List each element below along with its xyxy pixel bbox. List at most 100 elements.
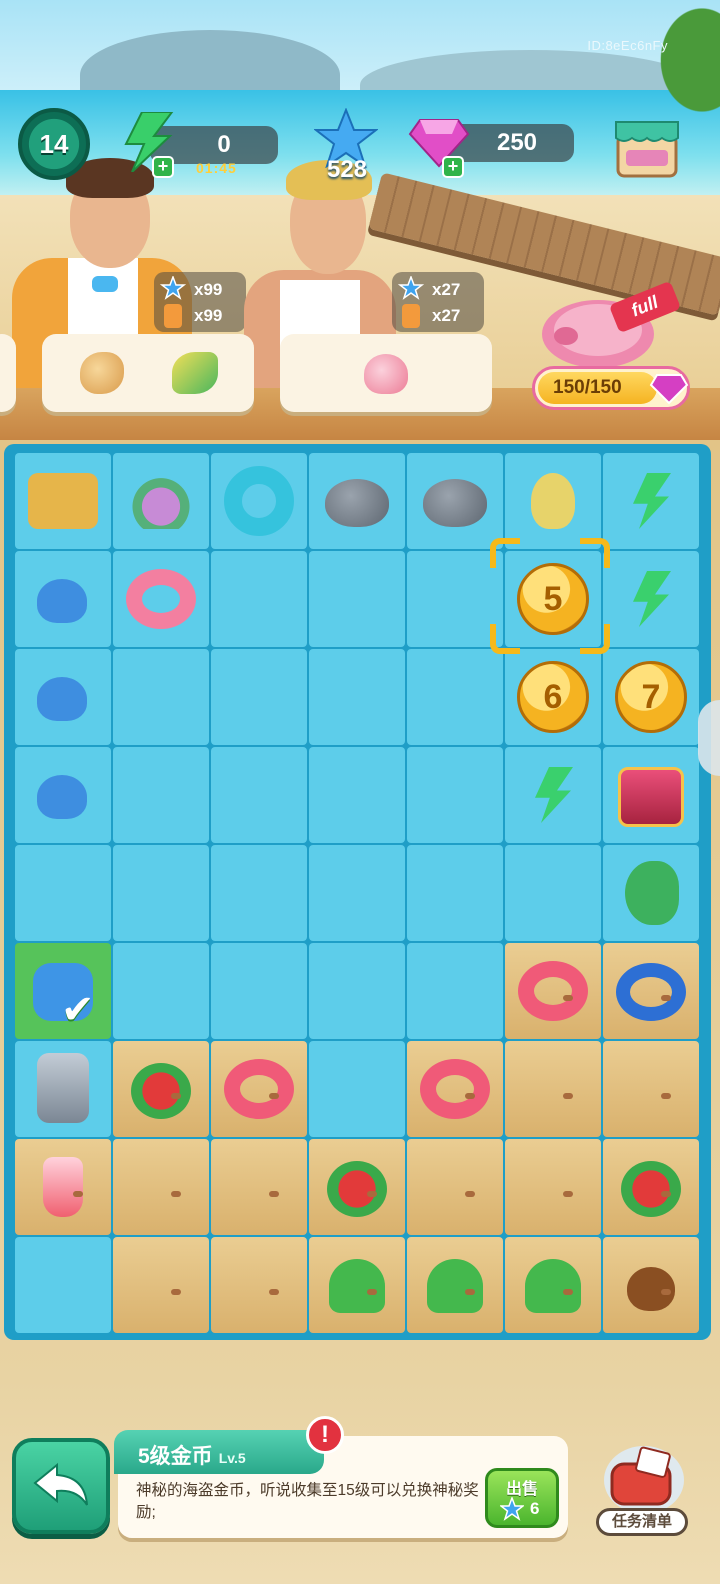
board-cell[interactable] [15,1041,111,1137]
melon-slices-item[interactable] [621,1161,681,1217]
board-cell[interactable]: 6 [505,649,601,745]
board-cell[interactable] [603,453,699,549]
board-cell[interactable] [113,747,209,843]
board-cell[interactable] [15,453,111,549]
back-button[interactable] [12,1438,110,1534]
watermelon-item[interactable] [327,1161,387,1217]
board-cell[interactable] [211,1237,307,1333]
board-cell[interactable] [113,1237,209,1333]
board-cell[interactable] [211,453,307,549]
board-cell[interactable] [211,747,307,843]
coin-6[interactable]: 6 [517,661,589,733]
board-cell[interactable] [407,943,503,1039]
shell-pile-item[interactable] [128,473,194,529]
sprout-item[interactable] [525,1259,581,1313]
board-cell[interactable] [113,1041,209,1137]
board-cell[interactable] [309,943,405,1039]
board-cell[interactable] [505,1139,601,1235]
chest-item[interactable] [618,767,684,827]
whale-ring-item[interactable] [616,963,686,1021]
board-cell[interactable] [113,1139,209,1235]
board-cell[interactable] [113,649,209,745]
board-cell[interactable] [309,1041,405,1137]
add-energy-button[interactable]: + [152,156,174,178]
board-cell[interactable] [505,747,601,843]
board-cell[interactable] [407,1041,503,1137]
board-cell[interactable] [309,1237,405,1333]
board-cell[interactable] [505,453,601,549]
board-cell[interactable] [407,1139,503,1235]
board-cell[interactable] [211,649,307,745]
board-cell[interactable] [15,551,111,647]
board-cell[interactable] [407,845,503,941]
board-cell[interactable] [309,551,405,647]
bird-item[interactable] [531,473,575,529]
board-cell[interactable] [211,943,307,1039]
board-cell[interactable] [603,551,699,647]
donut-blue-item[interactable] [224,466,294,536]
board-cell[interactable] [15,1139,111,1235]
board-cell[interactable] [113,453,209,549]
board-cell[interactable] [211,1041,307,1137]
piggy-progress-bar[interactable]: 150/150 [532,366,690,410]
flowers-item[interactable] [329,1259,385,1313]
board-cell[interactable] [309,453,405,549]
board-cell[interactable] [211,551,307,647]
lifebuoy-item[interactable] [518,961,588,1021]
board-cell[interactable] [407,1237,503,1333]
board-cell[interactable] [309,1139,405,1235]
scoop-item[interactable] [37,677,87,721]
seed-item[interactable] [627,1267,675,1311]
board-cell[interactable] [603,1237,699,1333]
cart-item[interactable] [28,473,98,529]
board-cell[interactable] [113,551,209,647]
board-cell[interactable] [407,453,503,549]
side-panel-handle[interactable] [698,700,720,776]
rock-item[interactable] [423,479,487,527]
board-cell[interactable] [113,845,209,941]
board-cell[interactable] [211,1139,307,1235]
board-cell[interactable] [505,1041,601,1137]
sell-button[interactable]: 出售 6 [485,1468,559,1528]
scoop-item[interactable] [37,579,87,623]
board-cell[interactable] [407,747,503,843]
drink-item[interactable] [43,1157,83,1217]
board-cell[interactable] [211,845,307,941]
lifebuoy-item[interactable] [224,1059,294,1119]
board-cell[interactable] [309,845,405,941]
board-cell[interactable] [15,1237,111,1333]
parrot-item[interactable] [625,861,679,925]
board-cell[interactable] [505,845,601,941]
order-card-left-edge[interactable] [0,334,16,412]
board-cell[interactable] [113,943,209,1039]
energy-item[interactable] [535,767,573,823]
coin-7[interactable]: 7 [615,661,687,733]
scoop-item[interactable] [37,775,87,819]
plant-item[interactable] [427,1259,483,1313]
machine-item[interactable] [37,1053,89,1123]
rock-item[interactable] [325,479,389,527]
board-cell[interactable]: ✔ [15,943,111,1039]
player-level-badge[interactable]: 14 [18,108,90,180]
board-cell[interactable] [603,845,699,941]
board-cell[interactable] [603,943,699,1039]
ring-pink-item[interactable] [126,569,196,629]
drink-bowl-item[interactable] [131,1063,191,1119]
board-cell[interactable] [603,747,699,843]
board-cell[interactable] [603,1041,699,1137]
board-cell[interactable] [603,1139,699,1235]
board-cell[interactable] [15,747,111,843]
board-cell[interactable] [505,1237,601,1333]
lifebuoy-item[interactable] [420,1059,490,1119]
star-counter[interactable]: 528 [318,156,376,184]
board-cell[interactable] [15,845,111,941]
board-cell[interactable] [309,649,405,745]
board-cell[interactable] [309,747,405,843]
board-cell[interactable] [407,551,503,647]
order-card-2[interactable] [280,334,492,412]
energy-item[interactable] [633,571,671,627]
order-card-1[interactable] [42,334,254,412]
add-gems-button[interactable]: + [442,156,464,178]
board-cell[interactable] [15,649,111,745]
energy-item[interactable] [633,473,671,529]
